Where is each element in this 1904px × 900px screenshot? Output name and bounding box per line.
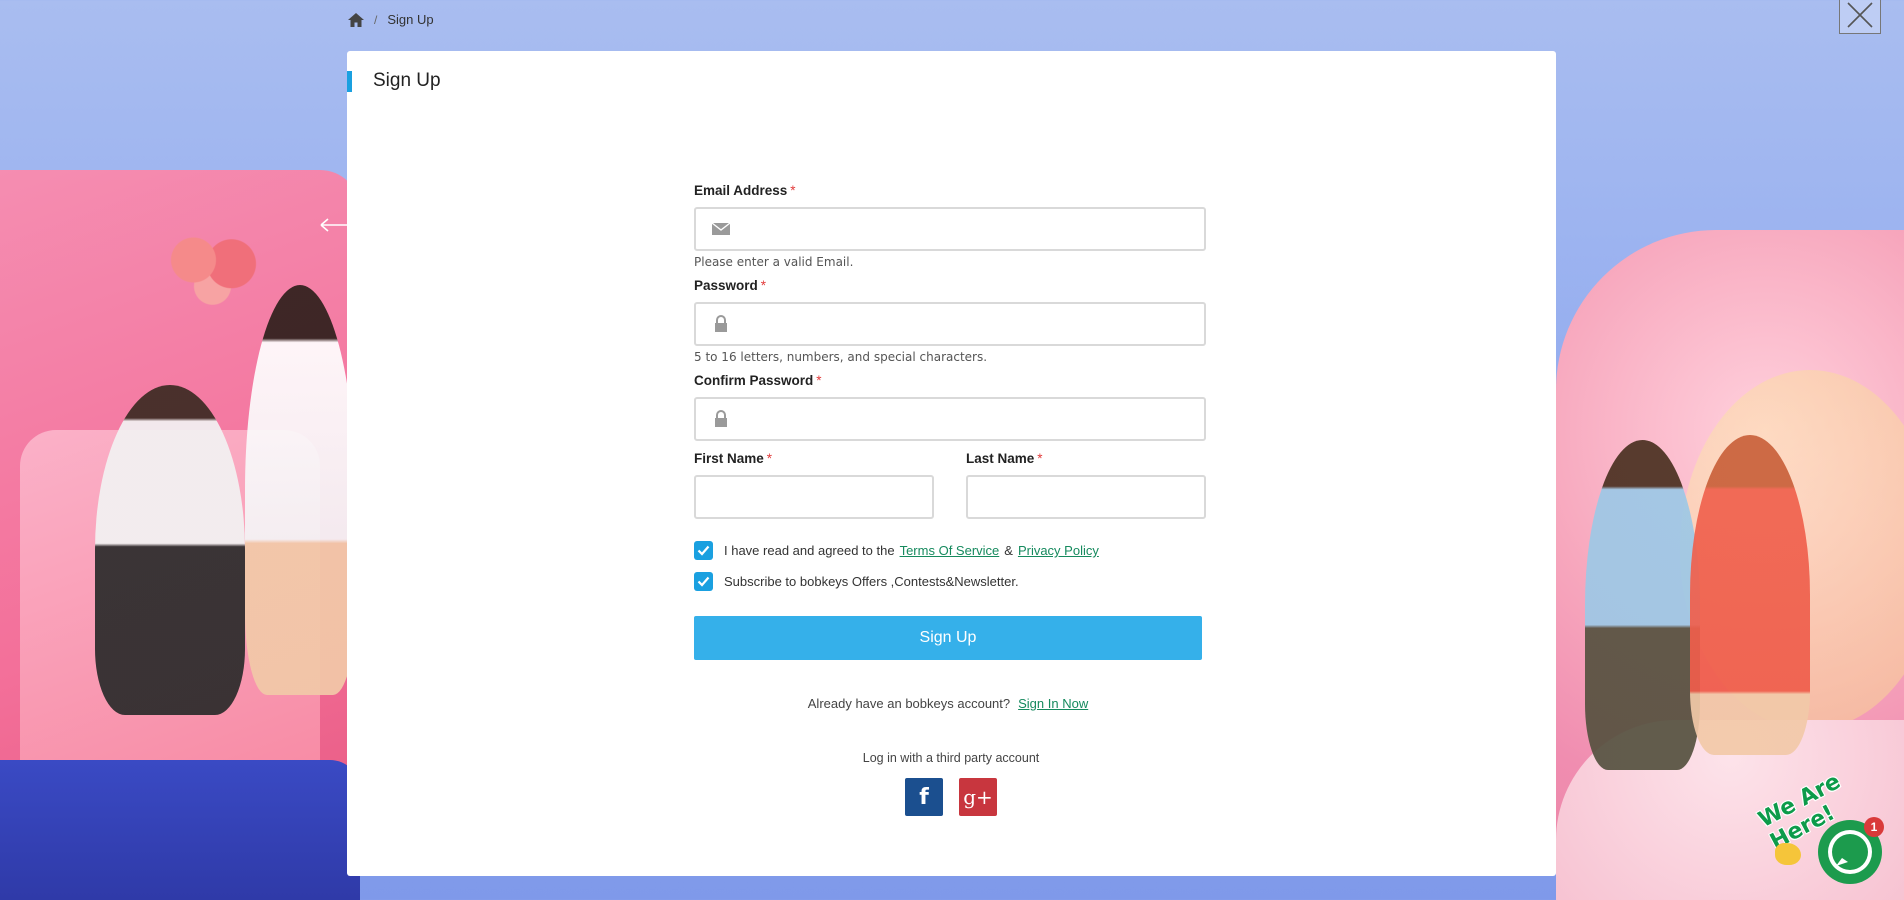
last-name-input[interactable] bbox=[978, 477, 1202, 519]
last-name-label-text: Last Name bbox=[966, 451, 1035, 466]
email-input[interactable] bbox=[738, 209, 1192, 251]
facebook-login-button[interactable]: f bbox=[905, 778, 943, 816]
required-marker: * bbox=[1037, 451, 1043, 466]
close-button[interactable] bbox=[1839, 0, 1881, 34]
terms-of-service-link[interactable]: Terms Of Service bbox=[900, 543, 1000, 558]
home-icon[interactable] bbox=[348, 12, 364, 27]
password-input[interactable] bbox=[738, 304, 1192, 346]
waving-hand-icon bbox=[1775, 843, 1801, 865]
confirm-password-label: Confirm Password * bbox=[694, 373, 1206, 388]
sign-up-button[interactable]: Sign Up bbox=[694, 616, 1202, 660]
subscribe-row: Subscribe to bobkeys Offers ,Contests&Ne… bbox=[694, 572, 1206, 591]
name-row: First Name * Last Name * bbox=[694, 451, 1206, 519]
girl-illustration bbox=[1690, 435, 1810, 755]
arrow-left-icon bbox=[320, 218, 348, 232]
breadcrumb-current: Sign Up bbox=[387, 12, 434, 27]
required-marker: * bbox=[816, 373, 822, 388]
boy-illustration bbox=[1585, 440, 1700, 770]
lock-icon bbox=[715, 315, 727, 332]
email-field[interactable] bbox=[694, 207, 1206, 251]
kneeling-man-illustration bbox=[95, 385, 245, 715]
third-party-label: Log in with a third party account bbox=[862, 751, 1040, 765]
last-name-label: Last Name * bbox=[966, 451, 1206, 466]
facebook-icon: f bbox=[919, 784, 929, 810]
breadcrumb: / Sign Up bbox=[348, 12, 434, 27]
first-name-label: First Name * bbox=[694, 451, 934, 466]
breadcrumb-separator: / bbox=[374, 12, 378, 27]
sign-in-now-link[interactable]: Sign In Now bbox=[1018, 696, 1088, 711]
email-label: Email Address * bbox=[694, 183, 1206, 198]
google-plus-login-button[interactable]: g+ bbox=[959, 778, 997, 816]
first-name-group: First Name * bbox=[694, 451, 934, 519]
password-label-text: Password bbox=[694, 278, 758, 293]
last-name-group: Last Name * bbox=[966, 451, 1206, 519]
confirm-password-input[interactable] bbox=[738, 399, 1192, 441]
signup-modal: Sign Up Email Address * Please enter a va… bbox=[347, 51, 1556, 876]
email-hint: Please enter a valid Email. bbox=[694, 255, 854, 269]
required-marker: * bbox=[766, 451, 773, 466]
checkmark-icon bbox=[697, 576, 710, 587]
google-plus-icon: g+ bbox=[963, 785, 993, 809]
modal-title: Sign Up bbox=[373, 70, 441, 91]
agree-row: I have read and agreed to the Terms Of S… bbox=[694, 541, 1206, 560]
first-name-field[interactable] bbox=[694, 475, 934, 519]
agree-checkbox[interactable] bbox=[694, 541, 713, 560]
privacy-policy-link[interactable]: Privacy Policy bbox=[1018, 543, 1099, 558]
envelope-icon bbox=[711, 222, 731, 235]
checkmark-icon bbox=[697, 545, 710, 556]
close-icon bbox=[1847, 2, 1873, 28]
background-base bbox=[0, 760, 360, 900]
required-marker: * bbox=[790, 183, 796, 198]
password-hint: 5 to 16 letters, numbers, and special ch… bbox=[694, 350, 988, 364]
first-name-input[interactable] bbox=[706, 477, 930, 519]
lock-icon bbox=[715, 410, 727, 427]
confirm-password-field[interactable] bbox=[694, 397, 1206, 441]
subscribe-checkbox[interactable] bbox=[694, 572, 713, 591]
sign-in-prompt: Already have an bobkeys account? Sign In … bbox=[694, 696, 1202, 711]
password-field[interactable] bbox=[694, 302, 1206, 346]
social-login-buttons: f g+ bbox=[694, 778, 1208, 816]
required-marker: * bbox=[760, 278, 767, 293]
title-accent-bar bbox=[347, 70, 352, 92]
ampersand: & bbox=[1004, 543, 1013, 558]
heart-balloons-illustration bbox=[165, 230, 260, 305]
last-name-field[interactable] bbox=[966, 475, 1206, 519]
signup-form: Email Address * Please enter a valid Emai… bbox=[694, 183, 1206, 816]
email-label-text: Email Address bbox=[694, 183, 788, 198]
chat-notification-badge: 1 bbox=[1864, 817, 1884, 837]
password-label: Password * bbox=[694, 278, 1206, 293]
woman-illustration bbox=[245, 285, 355, 695]
first-name-label-text: First Name bbox=[694, 451, 764, 466]
modal-header: Sign Up bbox=[347, 70, 441, 92]
subscribe-text: Subscribe to bobkeys Offers ,Contests&Ne… bbox=[724, 574, 1019, 589]
confirm-password-label-text: Confirm Password bbox=[694, 373, 814, 388]
sign-in-prompt-text: Already have an bobkeys account? bbox=[807, 696, 1011, 711]
agree-text: I have read and agreed to the bbox=[724, 543, 895, 558]
